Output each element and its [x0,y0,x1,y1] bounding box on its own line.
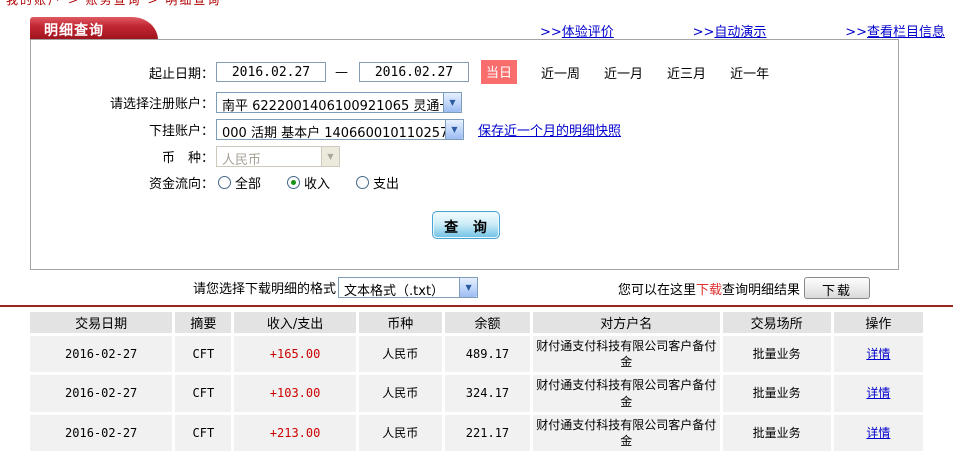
chevron-down-icon: ▼ [459,278,478,297]
header-action: 操作 [833,312,923,333]
cell-summary: CFT [175,336,232,373]
header-date: 交易日期 [30,312,173,333]
flow-direction-label: 资金流向： [148,176,214,192]
quick-range-quarter[interactable]: 近三月 [667,63,706,82]
detail-link[interactable]: 详情 [866,386,890,400]
quick-range-week[interactable]: 近一周 [541,63,580,82]
header-currency: 币种 [358,312,442,333]
link-prefix: >> [540,25,562,40]
header-amount: 收入/支出 [234,312,356,333]
table-row: 2016-02-27 CFT +103.00 人民币 324.17 财付通支付科… [30,375,923,412]
download-row: 请您选择下载明细的格式 文本格式（.txt） ▼ 您可以在这里下载查询明细结果 … [0,277,953,301]
download-action-group: 您可以在这里下载查询明细结果 下载 [618,277,871,299]
query-button[interactable]: 查 询 [432,211,500,239]
download-hint: 您可以在这里下载查询明细结果 [618,282,801,298]
currency-select: 人民币 ▼ [216,145,340,167]
link-label: 体验评价 [561,25,614,40]
radio-all[interactable] [218,175,231,189]
register-account-label: 请选择注册账户： [109,96,214,112]
radio-expense[interactable] [356,175,370,189]
cell-date: 2016-02-27 [30,414,173,452]
table-header-row: 交易日期 摘要 收入/支出 币种 余额 对方户名 交易场所 操作 [30,312,923,333]
header-summary: 摘要 [175,312,232,333]
chevron-down-icon: ▼ [321,146,339,166]
link-label: 自动演示 [714,25,767,40]
download-format-label: 请您选择下载明细的格式 [193,282,337,297]
date-range-label: 起止日期： [148,66,214,82]
download-format-select[interactable]: 文本格式（.txt） ▼ [338,277,479,298]
currency-row: 币 种： 人民币 ▼ [31,145,898,167]
save-snapshot-link[interactable]: 保存近一个月的明细快照 [478,120,621,139]
cell-counterparty: 财付通支付科技有限公司客户备付金 [533,375,720,412]
cell-balance: 489.17 [444,336,531,373]
chevron-down-icon: ▼ [443,92,461,112]
download-format-group: 请您选择下载明细的格式 文本格式（.txt） ▼ [193,277,479,298]
download-format-value: 文本格式（.txt） [344,284,445,297]
link-experience-review[interactable]: >>体验评价 [540,21,614,40]
cell-summary: CFT [175,414,232,452]
cell-amount: +213.00 [234,414,356,452]
register-account-select[interactable]: 南平 6222001406100921065 灵通卡 ▼ [216,91,462,113]
sub-account-row: 下挂账户： 000 活期 基本户 1406600101102571848 ▼ 保… [31,118,898,140]
link-column-info[interactable]: >>查看栏目信息 [845,21,945,40]
quick-range-year[interactable]: 近一年 [730,63,769,82]
tab-detail-query[interactable]: 明细查询 [30,17,158,40]
sub-account-select[interactable]: 000 活期 基本户 1406600101102571848 ▼ [216,118,464,140]
cell-counterparty: 财付通支付科技有限公司客户备付金 [533,336,720,373]
detail-link[interactable]: 详情 [866,426,890,440]
end-date-input[interactable] [359,62,469,82]
date-range-row: 起止日期： — 当日 近一周 近一月 近三月 近一年 [31,60,898,84]
header-links: >>体验评价 >>自动演示 >>查看栏目信息 [540,21,945,40]
register-account-value: 南平 6222001406100921065 灵通卡 [222,98,443,112]
cell-venue: 批量业务 [722,375,831,412]
cell-currency: 人民币 [358,414,442,452]
link-prefix: >> [845,25,867,40]
header-counterparty: 对方户名 [533,312,720,333]
link-auto-demo[interactable]: >>自动演示 [693,21,767,40]
cell-amount: +165.00 [234,336,356,373]
header-venue: 交易场所 [722,312,831,333]
cell-amount: +103.00 [234,375,356,412]
flow-direction-row: 资金流向： 全部 收入 支出 [31,171,898,193]
download-button[interactable]: 下载 [804,277,871,299]
radio-all-label[interactable]: 全部 [235,173,261,192]
cell-summary: CFT [175,375,232,412]
link-label: 查看栏目信息 [866,25,945,40]
start-date-input[interactable] [216,62,326,82]
cell-currency: 人民币 [358,375,442,412]
download-hint-red[interactable]: 下载 [696,283,722,298]
detail-query-page: 我的账户 > 账务查询 > 明细查询 明细查询 >>体验评价 >>自动演示 >>… [0,0,953,458]
cell-balance: 221.17 [444,414,531,452]
table-row: 2016-02-27 CFT +213.00 人民币 221.17 财付通支付科… [30,414,923,452]
flow-radio-group: 全部 收入 支出 [218,173,425,192]
cell-date: 2016-02-27 [30,375,173,412]
cell-counterparty: 财付通支付科技有限公司客户备付金 [533,414,720,452]
currency-label: 币 种： [161,150,214,166]
cell-venue: 批量业务 [722,336,831,373]
sub-account-value: 000 活期 基本户 1406600101102571848 [222,125,445,139]
transactions-table: 交易日期 摘要 收入/支出 币种 余额 对方户名 交易场所 操作 2016-02… [27,309,926,454]
quick-range-month[interactable]: 近一月 [604,63,643,82]
radio-income-label[interactable]: 收入 [304,173,330,192]
radio-income[interactable] [287,175,301,189]
sub-account-label: 下挂账户： [148,123,214,139]
register-account-row: 请选择注册账户： 南平 6222001406100921065 灵通卡 ▼ [31,91,898,113]
cell-currency: 人民币 [358,336,442,373]
link-prefix: >> [692,25,715,40]
radio-expense-label[interactable]: 支出 [373,173,399,192]
quick-range-today[interactable]: 当日 [481,60,518,84]
header-balance: 余额 [444,312,531,333]
date-dash: — [335,64,348,80]
table-row: 2016-02-27 CFT +165.00 人民币 489.17 财付通支付科… [30,336,923,373]
section-divider [0,305,953,307]
query-form-panel: 起止日期： — 当日 近一周 近一月 近三月 近一年 请选择注册账户： 南平 6… [30,39,899,270]
chevron-down-icon: ▼ [445,119,463,139]
cell-date: 2016-02-27 [30,336,173,373]
cell-balance: 324.17 [444,375,531,412]
breadcrumb[interactable]: 我的账户 > 账务查询 > 明细查询 [6,0,221,8]
detail-link[interactable]: 详情 [866,347,890,361]
currency-value: 人民币 [222,152,262,166]
cell-venue: 批量业务 [722,414,831,452]
